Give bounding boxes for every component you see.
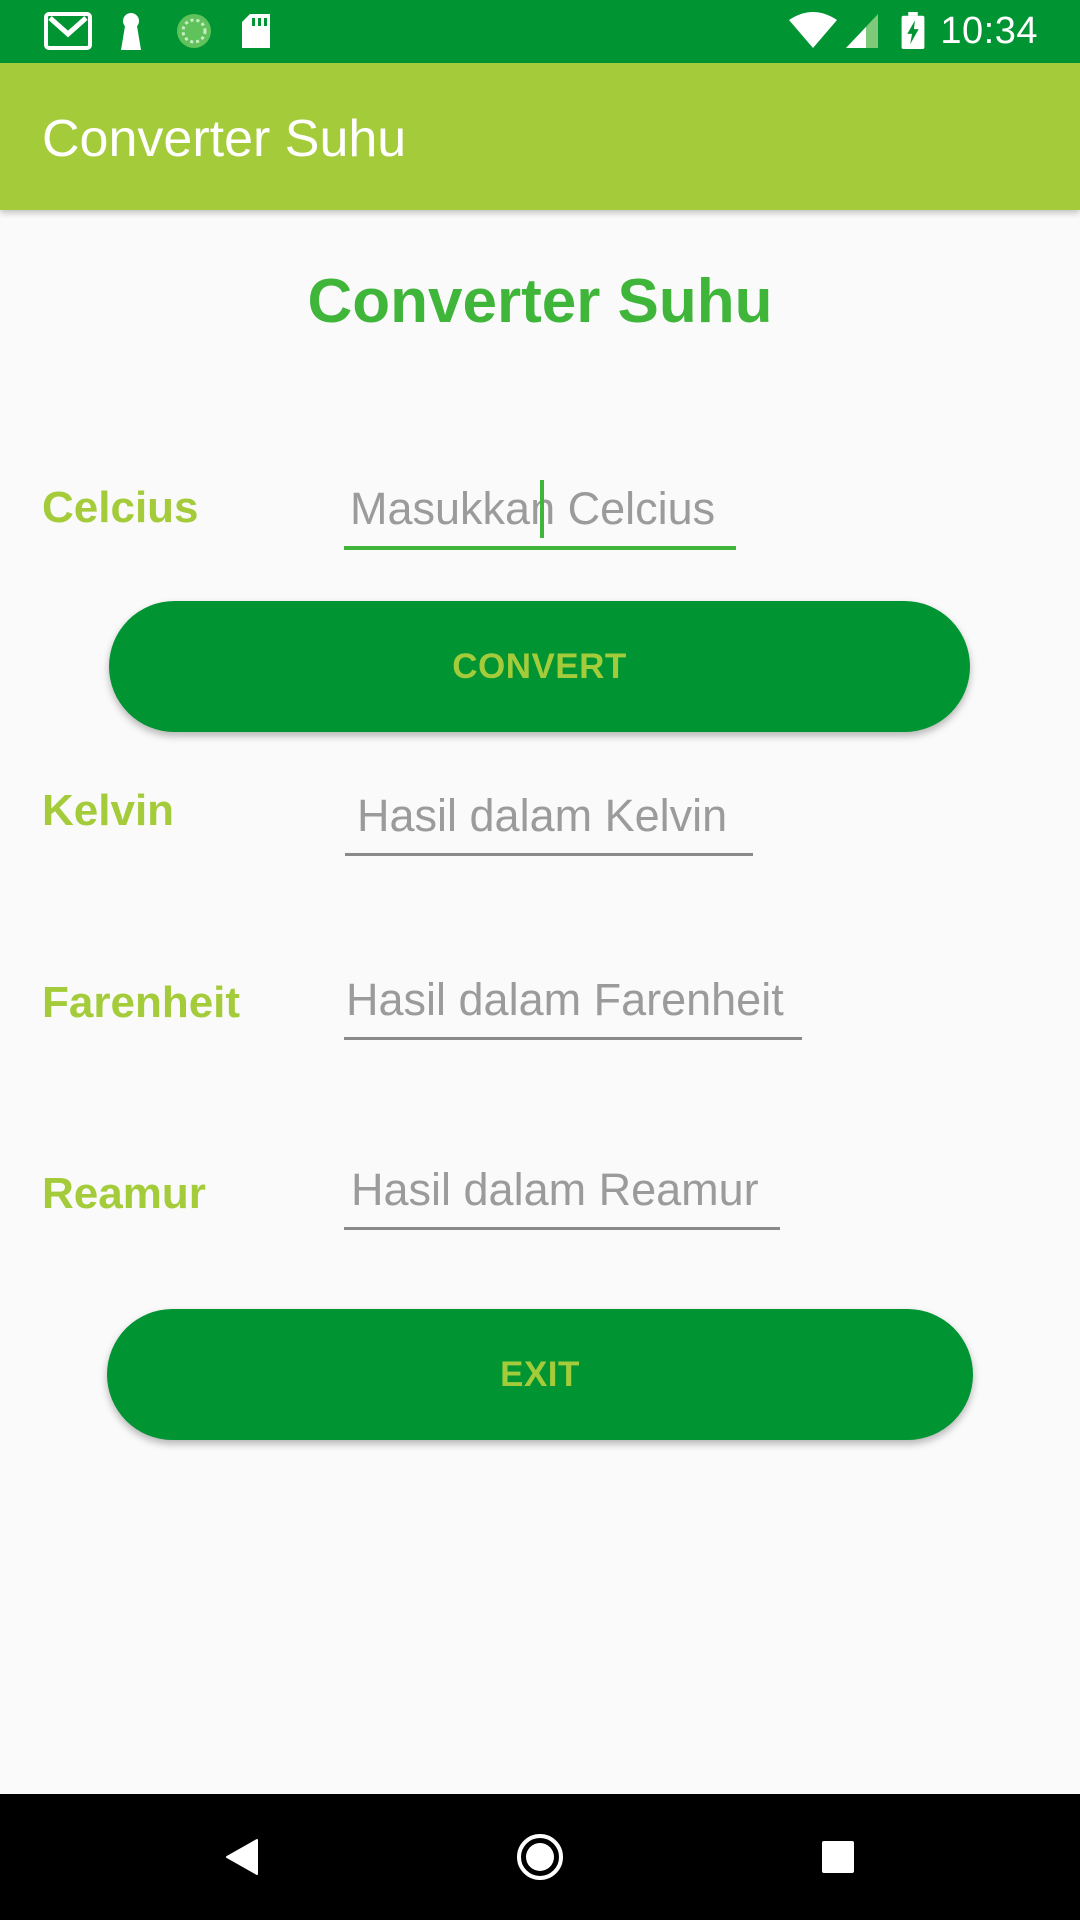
- farenheit-output[interactable]: [344, 963, 802, 1037]
- kelvin-output[interactable]: [345, 779, 753, 853]
- reamur-field-wrap[interactable]: [344, 1153, 780, 1230]
- home-button[interactable]: [480, 1794, 600, 1920]
- gmail-icon: [44, 12, 92, 50]
- kelvin-label: Kelvin: [42, 786, 175, 835]
- recents-icon: [822, 1841, 854, 1873]
- reamur-output[interactable]: [344, 1153, 780, 1227]
- celcius-field-wrap[interactable]: [344, 472, 736, 550]
- sd-card-icon: [242, 14, 270, 48]
- status-bar: 10:34: [0, 0, 1080, 63]
- page-title: Converter Suhu: [307, 267, 773, 336]
- reamur-label: Reamur: [42, 1169, 206, 1218]
- text-cursor: [540, 480, 544, 538]
- back-icon: [226, 1839, 258, 1875]
- navigation-bar: [0, 1794, 1080, 1920]
- farenheit-label: Farenheit: [42, 978, 241, 1027]
- farenheit-field-wrap[interactable]: [344, 963, 802, 1040]
- convert-button[interactable]: CONVERT: [109, 601, 970, 732]
- app-bar-title: Converter Suhu: [42, 110, 407, 168]
- clock: 10:34: [940, 10, 1038, 52]
- home-icon: [517, 1834, 563, 1880]
- exit-button[interactable]: EXIT: [107, 1309, 973, 1440]
- battery-charging-icon: [901, 12, 925, 50]
- wifi-icon: [789, 12, 837, 48]
- signal-icon: [846, 14, 878, 48]
- back-button[interactable]: [182, 1794, 302, 1920]
- celcius-label: Celcius: [42, 483, 199, 532]
- sync-icon: [177, 14, 211, 48]
- recents-button[interactable]: [778, 1794, 898, 1920]
- kelvin-field-wrap[interactable]: [345, 779, 753, 856]
- keyhole-icon: [121, 13, 141, 50]
- app-bar: Converter Suhu: [0, 63, 1080, 210]
